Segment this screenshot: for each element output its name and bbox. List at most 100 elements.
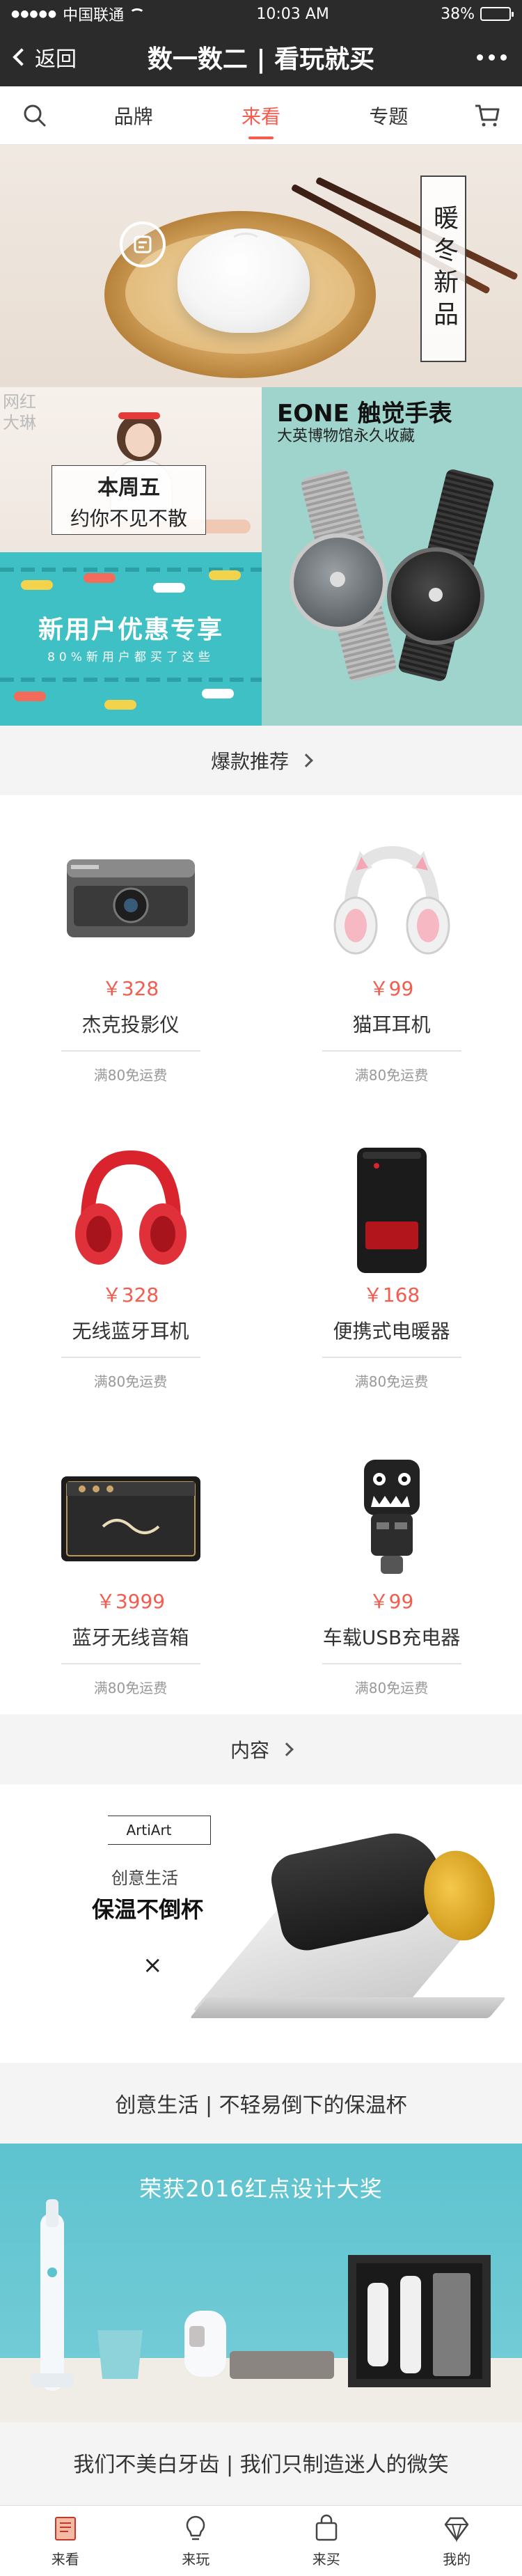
product-price: ￥99 [369,1590,414,1613]
friday-promo[interactable]: 网红大琳 本周五 约你不见不散 [0,387,262,552]
tab-brand[interactable]: 品牌 [107,102,160,130]
product-price: ￥99 [369,977,414,1000]
swimmer-decor [104,700,136,710]
friday-line-2: 约你不见不散 [70,507,187,530]
content-card[interactable]: ArtiArt 创意生活 保温不倒杯 × 创意生活 | 不轻易倒下的保温杯 [0,1784,522,2144]
product-name: 猫耳耳机 [322,1010,461,1052]
swimmer-decor [202,689,234,698]
more-button[interactable] [477,54,507,61]
shipping-note: 满80免运费 [354,1067,429,1084]
diamond-icon [445,2517,469,2543]
speaker-image [54,1444,207,1584]
clock: 10:03 AM [256,5,329,23]
bottom-tab-label: 来玩 [182,2551,210,2568]
tab-topic[interactable]: 专题 [362,102,415,130]
headphones-icon [333,845,450,955]
heater-image [315,1138,468,1277]
product-card[interactable]: ￥168 便携式电暖器 满80免运费 [261,1102,522,1408]
more-dot [500,54,507,61]
product-grid: ￥328 杰克投影仪 满80免运费 ￥99 猫耳耳机 满80免运费 ￥328 无… [0,795,522,1715]
chevron-right-icon [280,1742,294,1756]
product-card[interactable]: ￥99 车载USB充电器 满80免运费 [261,1408,522,1715]
signal-icon: ●●●●● [11,8,58,19]
watch-ball [330,572,345,587]
new-user-subtitle: 80%新用户都买了这些 [47,650,214,664]
hero-tag: 暖冬新品 [420,175,466,362]
close-mark-icon: × [143,1951,163,1979]
product-price: ￥328 [102,977,159,1000]
shipping-note: 满80免运费 [354,1680,429,1696]
promo-influencer: 网红大琳 [3,392,36,432]
product-name: 杰克投影仪 [61,1010,200,1052]
bottom-tab-label: 我的 [443,2551,471,2568]
product-card[interactable]: ￥328 杰克投影仪 满80免运费 [0,795,261,1102]
cat-headphones-image [315,832,468,971]
book-icon [54,2517,76,2540]
search-button[interactable] [0,103,70,128]
swimmer-decor [84,573,116,583]
product-name: 无线蓝牙耳机 [61,1316,200,1358]
bottom-tab-buy[interactable]: 来买 [261,2506,392,2576]
hero-banner[interactable]: 暖冬新品 [0,145,522,387]
hot-section-header[interactable]: 爆款推荐 [0,726,522,795]
content-section-header[interactable]: 内容 [0,1715,522,1784]
search-icon [24,104,46,126]
card-caption: 创意生活 | 不轻易倒下的保温杯 [0,2063,522,2144]
bottom-tab-play[interactable]: 来玩 [131,2506,262,2576]
swimmer-decor [21,580,53,590]
new-user-promo[interactable]: 新用户优惠专享 80%新用户都买了这些 [0,552,262,726]
brand-logo-icon [120,221,166,267]
more-dot [477,54,483,61]
charger-icon [363,1460,420,1574]
promo-grid: 网红大琳 本周五 约你不见不散 新用户优惠专享 80%新用户都买了这些 EONE… [0,387,522,726]
tabs: 品牌 来看 专题 [70,102,452,130]
bulb-icon [186,2515,205,2540]
content-section-label: 内容 [230,1739,269,1762]
cart-button[interactable] [452,103,522,128]
hot-section-label: 爆款推荐 [210,750,289,773]
red-headphones-image [54,1138,207,1277]
more-dot [489,54,495,61]
product-card[interactable]: ￥99 猫耳耳机 满80免运费 [261,795,522,1102]
swimmer-decor [14,692,46,701]
card-caption: 我们不美白牙齿 | 我们只制造迷人的微笑 [0,2422,522,2503]
page-title: 数一数二 | 看玩就买 [147,45,375,74]
tab-look[interactable]: 来看 [235,102,287,130]
back-button[interactable]: 返回 [13,42,77,72]
wave-decor [0,678,262,682]
shipping-note: 满80免运费 [93,1067,168,1084]
cart-icon [475,104,500,126]
new-user-title: 新用户优惠专享 [38,616,223,644]
product-card[interactable]: ￥3999 蓝牙无线音箱 满80免运费 [0,1408,261,1715]
friday-label: 本周五 约你不见不散 [52,465,206,535]
headphones-icon [74,1150,187,1265]
battery-icon [480,7,514,21]
product-card[interactable]: ￥328 无线蓝牙耳机 满80免运费 [0,1102,261,1408]
bottom-tab-label: 来看 [51,2551,79,2568]
eone-subtitle: 大英博物馆永久收藏 [277,428,416,445]
product-name: 蓝牙无线音箱 [61,1623,200,1664]
battery-percent: 38% [441,5,475,23]
status-left: ●●●●● 中国联通 [11,3,145,25]
toothbrush-card-image: 荣获2016红点设计大奖 [0,2144,522,2422]
bottom-tab-look[interactable]: 来看 [0,2506,131,2576]
charger-image [315,1444,468,1584]
category-tab-bar: 品牌 来看 专题 [0,86,522,145]
shipping-note: 满80免运费 [93,1373,168,1390]
page: ●●●●● 中国联通 10:03 AM 38% 返回 数一数二 | 看玩就买 品… [0,0,522,2576]
girl-face [125,423,155,457]
swimmer-decor [209,570,241,580]
toothbrush-scene-icon [31,2199,491,2391]
eone-watch-promo[interactable]: EONE 触觉手表 大英博物馆永久收藏 [262,387,522,726]
heater-icon [356,1148,427,1273]
status-bar: ●●●●● 中国联通 10:03 AM 38% [0,0,522,28]
projector-image [54,832,207,971]
friday-line-1: 本周五 [97,476,160,500]
chevron-right-icon [299,754,313,767]
battery: 38% [441,5,514,23]
content-card[interactable]: 荣获2016红点设计大奖 我们不美白牙齿 | 我们只制造迷人的微笑 [0,2144,522,2503]
bottom-tab-me[interactable]: 我的 [392,2506,522,2576]
brand-label: ArtiArt [87,1816,211,1845]
girl-headband [118,412,160,419]
shipping-note: 满80免运费 [93,1680,168,1696]
